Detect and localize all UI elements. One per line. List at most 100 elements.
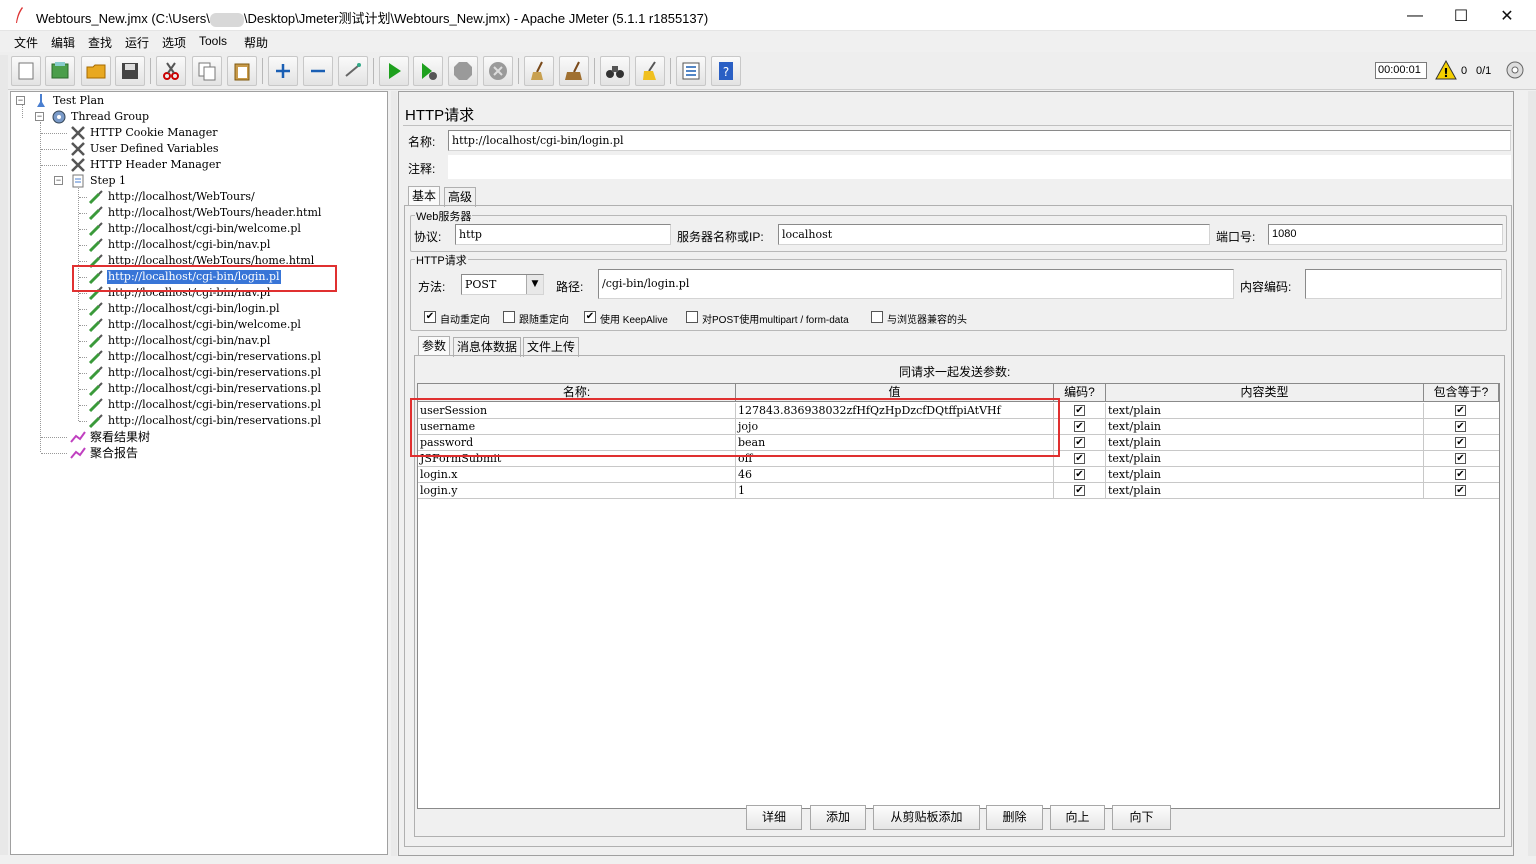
minimize-button[interactable]: — [1392,0,1438,31]
add-button[interactable]: 添加 [810,805,866,830]
tree-node-sampler[interactable]: http://localhost/cgi-bin/reservations.pl [88,365,322,381]
tree-node-sampler[interactable]: http://localhost/cgi-bin/reservations.pl [88,397,322,413]
encode-checkbox[interactable]: ✔ [1074,405,1085,416]
tree-node-header-manager[interactable]: HTTP Header Manager [70,157,222,173]
table-row[interactable]: login.y 1 ✔ text/plain ✔ [418,483,1499,499]
help-button[interactable]: ? [711,56,741,86]
param-content-type-cell[interactable]: text/plain [1106,451,1424,467]
menu-run[interactable]: 运行 [125,34,149,51]
option-checkbox[interactable]: ✔ [424,311,436,323]
include-equals-checkbox[interactable]: ✔ [1455,405,1466,416]
tab-advanced[interactable]: 高级 [444,187,477,207]
menu-file[interactable]: 文件 [14,34,38,51]
tree-node-sampler[interactable]: http://localhost/cgi-bin/reservations.pl [88,381,322,397]
column-header-content-type[interactable]: 内容类型 [1106,384,1424,402]
param-content-type-cell[interactable]: text/plain [1106,467,1424,483]
maximize-button[interactable]: ☐ [1438,0,1484,31]
tree-node-sampler[interactable]: http://localhost/cgi-bin/nav.pl [88,237,271,253]
param-content-type-cell[interactable]: text/plain [1106,435,1424,451]
encode-checkbox[interactable]: ✔ [1074,421,1085,432]
tree-node-sampler[interactable]: http://localhost/WebTours/ [88,189,256,205]
include-equals-checkbox[interactable]: ✔ [1455,453,1466,464]
start-button[interactable] [379,56,409,86]
param-content-type-cell[interactable]: text/plain [1106,419,1424,435]
function-helper-button[interactable] [676,56,706,86]
path-field[interactable]: /cgi-bin/login.pl [598,269,1234,299]
param-name-cell[interactable]: login.y [418,483,736,499]
stop-button[interactable] [448,56,478,86]
cut-button[interactable] [156,56,186,86]
clear-all-button[interactable] [559,56,589,86]
tree-node-cookie-manager[interactable]: HTTP Cookie Manager [70,125,219,141]
toggle-button[interactable] [338,56,368,86]
warning-icon[interactable]: ! [1435,60,1457,80]
collapse-thread-group[interactable]: − [35,112,44,121]
option-checkbox[interactable]: ✔ [584,311,596,323]
menu-find[interactable]: 查找 [88,34,112,51]
tree-node-aggregate-report[interactable]: 聚合报告 [70,445,139,461]
collapse-test-plan[interactable]: − [16,96,25,105]
subtab-files-upload[interactable]: 文件上传 [523,337,580,357]
param-content-type-cell[interactable]: text/plain [1106,403,1424,419]
menu-options[interactable]: 选项 [162,34,186,51]
templates-button[interactable] [45,56,75,86]
name-field[interactable]: http://localhost/cgi-bin/login.pl [448,130,1511,151]
option-checkbox[interactable] [686,311,698,323]
encode-checkbox[interactable]: ✔ [1074,437,1085,448]
comment-field[interactable] [448,155,1511,179]
open-button[interactable] [81,56,111,86]
column-header-include-equals[interactable]: 包含等于? [1424,384,1499,402]
column-header-encode[interactable]: 编码? [1054,384,1106,402]
param-value-cell[interactable]: 46 [736,467,1054,483]
search-button[interactable] [600,56,630,86]
encode-checkbox[interactable]: ✔ [1074,485,1085,496]
content-encoding-field[interactable] [1305,269,1502,299]
clear-button[interactable] [524,56,554,86]
menu-help[interactable]: 帮助 [244,34,268,51]
subtab-parameters[interactable]: 参数 [418,336,451,356]
expand-all-button[interactable] [268,56,298,86]
menu-edit[interactable]: 编辑 [51,34,75,51]
panel-splitter[interactable] [391,91,397,856]
tree-node-sampler[interactable]: http://localhost/cgi-bin/welcome.pl [88,317,302,333]
option-checkbox[interactable] [871,311,883,323]
include-equals-checkbox[interactable]: ✔ [1455,437,1466,448]
param-content-type-cell[interactable]: text/plain [1106,483,1424,499]
tree-node-sampler[interactable]: http://localhost/cgi-bin/welcome.pl [88,221,302,237]
tree-node-sampler[interactable]: http://localhost/cgi-bin/reservations.pl [88,349,322,365]
tree-node-sampler[interactable]: http://localhost/WebTours/header.html [88,205,322,221]
tree-node-sampler[interactable]: http://localhost/cgi-bin/reservations.pl [88,413,322,429]
close-button[interactable]: ✕ [1484,0,1530,31]
port-field[interactable]: 1080 [1268,224,1503,245]
tree-node-thread-group[interactable]: Thread Group [51,109,150,125]
param-value-cell[interactable]: 1 [736,483,1054,499]
tree-node-test-plan[interactable]: Test Plan [33,93,105,109]
reset-search-button[interactable] [635,56,665,86]
tree-node-user-defined-variables[interactable]: User Defined Variables [70,141,220,157]
new-button[interactable] [11,56,41,86]
table-row[interactable]: login.x 46 ✔ text/plain ✔ [418,467,1499,483]
tree-node-step[interactable]: Step 1 [70,173,127,189]
down-button[interactable]: 向下 [1112,805,1171,830]
collapse-all-button[interactable] [303,56,333,86]
shutdown-button[interactable] [483,56,513,86]
detail-button[interactable]: 详细 [746,805,802,830]
tree-node-view-results-tree[interactable]: 察看结果树 [70,429,151,445]
tree-node-sampler[interactable]: http://localhost/cgi-bin/nav.pl [88,333,271,349]
method-select[interactable]: POST ▼ [461,274,544,295]
collapse-step[interactable]: − [54,176,63,185]
include-equals-checkbox[interactable]: ✔ [1455,485,1466,496]
copy-button[interactable] [192,56,222,86]
paste-button[interactable] [227,56,257,86]
encode-checkbox[interactable]: ✔ [1074,453,1085,464]
save-button[interactable] [115,56,145,86]
subtab-body-data[interactable]: 消息体数据 [453,337,522,357]
up-button[interactable]: 向上 [1050,805,1105,830]
server-field[interactable]: localhost [778,224,1210,245]
include-equals-checkbox[interactable]: ✔ [1455,469,1466,480]
start-no-pauses-button[interactable] [413,56,443,86]
option-checkbox[interactable] [503,311,515,323]
chevron-down-icon[interactable]: ▼ [526,275,543,294]
include-equals-checkbox[interactable]: ✔ [1455,421,1466,432]
tree-node-sampler[interactable]: http://localhost/cgi-bin/login.pl [88,301,281,317]
